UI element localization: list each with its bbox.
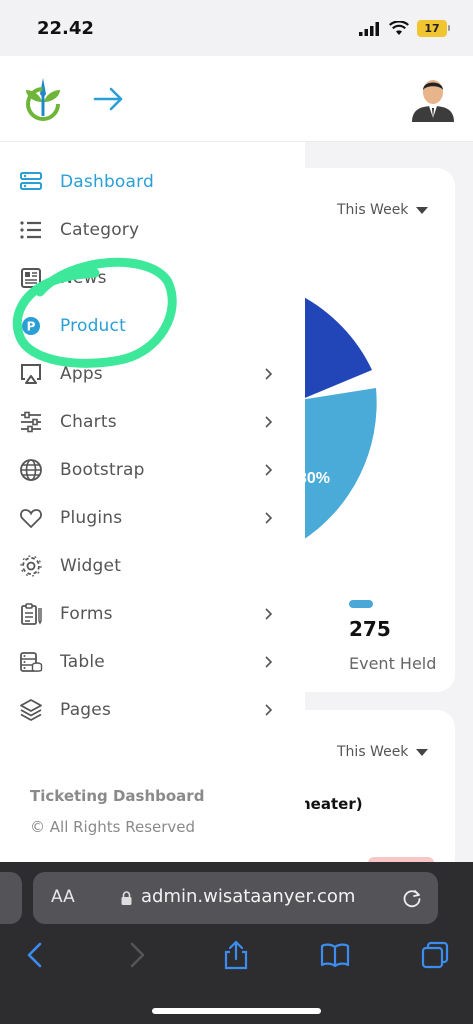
bookmarks-icon[interactable] (320, 940, 350, 970)
period-label-2: This Week (337, 744, 409, 760)
status-time: 22.42 (37, 18, 94, 39)
sidebar-item-label: Dashboard (60, 172, 155, 192)
clipboard-icon (21, 603, 42, 625)
newspaper-icon (21, 268, 41, 288)
sidebar-footer-title: Ticketing Dashboard (30, 787, 205, 805)
reload-icon[interactable] (401, 887, 423, 909)
sidebar-item-label: Charts (60, 412, 117, 432)
sidebar-item-label: Table (60, 652, 105, 672)
sidebar-item-pages[interactable]: Pages (0, 688, 305, 732)
product-p-icon: P (22, 317, 40, 335)
app-header (0, 56, 473, 142)
signal-icon (359, 21, 379, 36)
sidebar-item-forms[interactable]: Forms (0, 592, 305, 636)
period-label: This Week (337, 202, 409, 218)
battery-indicator: 17 (417, 20, 450, 37)
airplay-icon (21, 364, 41, 384)
home-indicator[interactable] (152, 1008, 321, 1014)
share-icon[interactable] (221, 940, 251, 970)
stat-value: 275 (349, 617, 391, 641)
sidebar-item-bootstrap[interactable]: Bootstrap (0, 448, 305, 492)
pie-slice-light (300, 388, 377, 542)
sidebar-item-plugins[interactable]: Plugins (0, 496, 305, 540)
sidebar-item-charts[interactable]: Charts (0, 400, 305, 444)
period-select-2[interactable]: This Week (337, 744, 429, 760)
dashboard-icon (20, 172, 42, 190)
sidebar-item-label: Product (60, 316, 126, 336)
card-text: heater) (300, 795, 363, 813)
back-icon[interactable] (20, 940, 50, 970)
list-icon (20, 221, 41, 239)
sidebar-item-label: News (60, 268, 107, 288)
layers-icon (20, 699, 42, 721)
chevron-right-icon (265, 416, 273, 428)
user-avatar[interactable] (410, 74, 456, 122)
sidebar-item-label: Bootstrap (60, 460, 145, 480)
wifi-icon (389, 21, 409, 35)
sidebar-item-label: Forms (60, 604, 113, 624)
chevron-right-icon (265, 704, 273, 716)
text-size-button[interactable]: AA (51, 887, 75, 907)
sidebar-item-label: Widget (60, 556, 122, 576)
globe-icon (20, 459, 42, 481)
browser-toolbar: AA admin.wisataanyer.com (0, 862, 473, 1024)
arrow-right-icon[interactable] (93, 86, 125, 112)
sidebar-item-label: Plugins (60, 508, 123, 528)
sliders-icon (21, 411, 41, 433)
sidebar-item-apps[interactable]: Apps (0, 352, 305, 396)
sidebar-item-label: Pages (60, 700, 112, 720)
leaf-drop-logo-icon[interactable] (23, 76, 63, 122)
sidebar-item-product[interactable]: P Product (0, 304, 305, 348)
status-bar: 22.42 17 (0, 0, 473, 56)
sidebar-item-dashboard[interactable]: Dashboard (0, 160, 305, 204)
chevron-right-icon (265, 464, 273, 476)
sidebar-footer-copyright: © All Rights Reserved (30, 818, 196, 836)
sidebar-item-category[interactable]: Category (0, 208, 305, 252)
database-icon (20, 652, 43, 672)
period-select[interactable]: This Week (337, 202, 429, 218)
gear-icon (20, 555, 42, 577)
svg-text:P: P (27, 320, 36, 334)
sidebar-item-label: Apps (60, 364, 103, 384)
heart-icon (20, 509, 42, 529)
chevron-right-icon (265, 656, 273, 668)
pie-slice-dark (300, 295, 372, 400)
chevron-right-icon (265, 512, 273, 524)
sidebar-item-widget[interactable]: Widget (0, 544, 305, 588)
stat-legend-bar (349, 600, 373, 608)
status-icons: 17 (359, 20, 450, 37)
previous-tab-preview[interactable] (0, 872, 22, 924)
chevron-right-icon (265, 368, 273, 380)
stat-label: Event Held (349, 654, 437, 673)
sidebar-item-table[interactable]: Table (0, 640, 305, 684)
sidebar-item-news[interactable]: News (0, 256, 305, 300)
sidebar-item-label: Category (60, 220, 140, 240)
chevron-right-icon (265, 608, 273, 620)
caret-down-icon (416, 206, 429, 214)
address-bar[interactable]: AA admin.wisataanyer.com (33, 872, 438, 924)
lock-icon (121, 891, 132, 905)
tabs-icon[interactable] (420, 940, 450, 970)
caret-down-icon (416, 748, 429, 756)
forward-icon[interactable] (122, 940, 152, 970)
url-text[interactable]: admin.wisataanyer.com (141, 886, 355, 907)
